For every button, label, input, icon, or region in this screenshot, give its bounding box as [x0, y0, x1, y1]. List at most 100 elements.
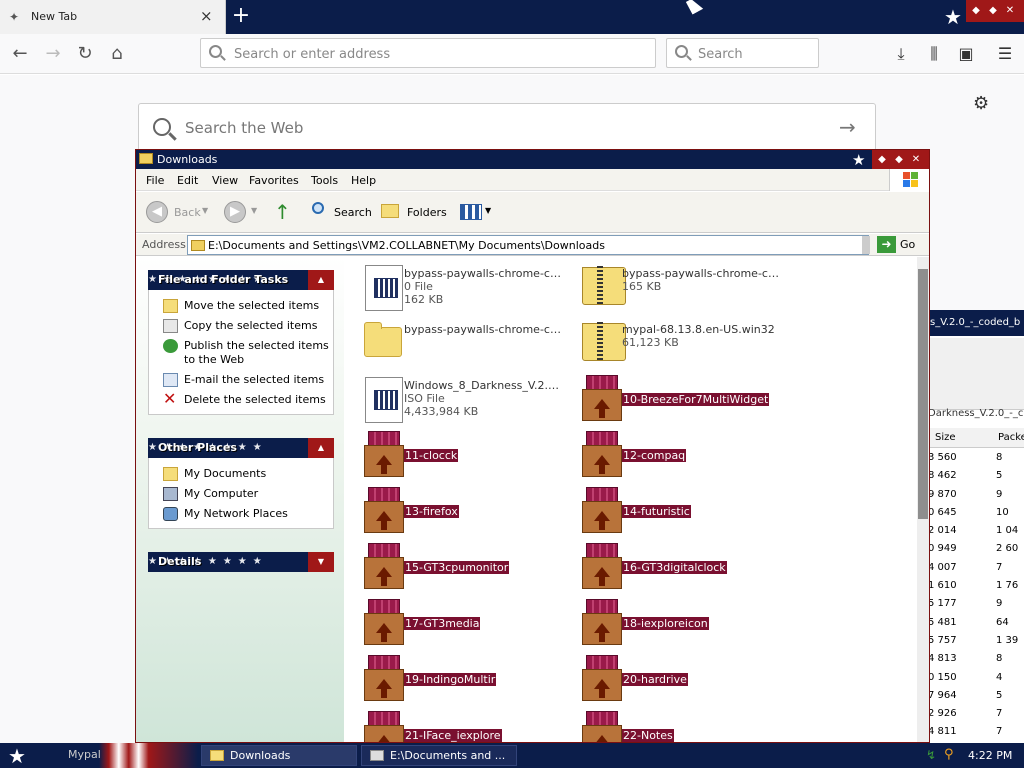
views-dropdown-icon[interactable]: ▼: [485, 206, 491, 215]
archive-row[interactable]: 0 150 4: [928, 670, 1024, 688]
collapse-icon[interactable]: ▲: [308, 270, 334, 290]
forward-arrow-icon[interactable]: →: [41, 43, 65, 65]
expand-icon[interactable]: ▼: [308, 552, 334, 572]
menu-file[interactable]: File: [146, 174, 164, 187]
file-item[interactable]: Windows_8_Darkness_V.2.0_... ISO File 4,43…: [352, 373, 570, 425]
file-item[interactable]: bypass-paywalls-chrome-clea... 165 KB: [570, 261, 788, 313]
sidebar-icon[interactable]: ▣: [955, 43, 977, 65]
up-folder-icon[interactable]: ↑: [274, 200, 291, 224]
forward-icon[interactable]: ▶: [224, 201, 246, 223]
back-icon[interactable]: ◀: [146, 201, 168, 223]
archive-row[interactable]: 3 560 8: [928, 450, 1024, 468]
maximize-icon[interactable]: ◆: [986, 0, 1000, 22]
clock[interactable]: 4:22 PM: [968, 749, 1012, 762]
background-archive-window[interactable]: s_V.2.0_-_coded_b Darkness_V.2.0_-_c Siz…: [928, 310, 1024, 756]
downloads-explorer-window[interactable]: Downloads ★ ◆ ◆ ✕ File Edit View Favorites…: [135, 149, 930, 743]
panel-header[interactable]: ★★★★★★★★ Other Places ▲: [148, 438, 334, 458]
menu-tools[interactable]: Tools: [311, 174, 338, 187]
taskbar-item-archive[interactable]: E:\Documents and ...: [361, 745, 517, 766]
task-move[interactable]: Move the selected items: [149, 296, 333, 316]
archive-row[interactable]: 5 481 64: [928, 615, 1024, 633]
panel-header[interactable]: ★★★★★★★★ Details ▼: [148, 552, 334, 572]
archive-row[interactable]: 7 964 5: [928, 688, 1024, 706]
start-button[interactable]: ★ Mypal: [0, 743, 198, 768]
search-button[interactable]: Search: [334, 206, 372, 219]
background-window-tab[interactable]: s_V.2.0_-_coded_b: [928, 310, 1024, 336]
archive-row[interactable]: 4 811 7: [928, 724, 1024, 742]
forward-dropdown-icon[interactable]: ▼: [251, 206, 257, 215]
archive-row[interactable]: 2 926 7: [928, 706, 1024, 724]
minimize-icon[interactable]: ◆: [875, 150, 889, 169]
address-field[interactable]: E:\Documents and Settings\VM2.COLLABNET\…: [187, 235, 870, 255]
gear-icon[interactable]: ⚙: [973, 93, 989, 114]
menu-help[interactable]: Help: [351, 174, 376, 187]
file-item[interactable]: mypal-68.13.8.en-US.win32 61,123 KB: [570, 317, 788, 369]
archive-row[interactable]: 2 014 1 04: [928, 523, 1024, 541]
scrollbar-thumb[interactable]: [918, 269, 928, 519]
search-box[interactable]: Search: [666, 38, 819, 68]
folders-icon[interactable]: [381, 204, 399, 218]
file-item[interactable]: 15-GT3cpumonitor: [352, 541, 570, 593]
archive-row[interactable]: 4 813 8: [928, 651, 1024, 669]
archive-row[interactable]: 4 007 7: [928, 560, 1024, 578]
hamburger-menu-icon[interactable]: ☰: [994, 43, 1016, 65]
home-icon[interactable]: ⌂: [105, 43, 129, 65]
search-icon[interactable]: [308, 200, 328, 220]
arrow-right-icon[interactable]: →: [839, 115, 856, 139]
task-publish[interactable]: Publish the selected items to the Web: [149, 336, 333, 370]
file-item[interactable]: 20-hardrive: [570, 653, 788, 705]
back-label[interactable]: Back: [174, 206, 201, 219]
file-item[interactable]: bypass-paywalls-chrome-clea...: [352, 317, 570, 369]
place-my-computer[interactable]: My Computer: [149, 484, 333, 504]
panel-header[interactable]: ★★★★★★★★ File and Folder Tasks ▲: [148, 270, 334, 290]
archive-row[interactable]: 9 870 9: [928, 487, 1024, 505]
file-item[interactable]: 19-IndingoMultir: [352, 653, 570, 705]
library-icon[interactable]: ⫼: [923, 43, 945, 65]
menu-view[interactable]: View: [212, 174, 238, 187]
file-item[interactable]: 11-clocck: [352, 429, 570, 481]
column-packed[interactable]: Packe: [998, 432, 1024, 443]
new-tab-button[interactable]: +: [230, 4, 252, 30]
place-my-documents[interactable]: My Documents: [149, 464, 333, 484]
folders-button[interactable]: Folders: [407, 206, 447, 219]
menu-edit[interactable]: Edit: [177, 174, 198, 187]
task-delete[interactable]: ✕ Delete the selected items: [149, 390, 333, 410]
vertical-scrollbar[interactable]: [917, 257, 929, 742]
archive-row[interactable]: 1 610 1 76: [928, 578, 1024, 596]
browser-tab-new-tab[interactable]: ✦ New Tab ×: [0, 0, 226, 34]
download-icon[interactable]: ⤓: [890, 43, 912, 65]
archive-row[interactable]: 0 645 10: [928, 505, 1024, 523]
window-title-bar[interactable]: Downloads ★ ◆ ◆ ✕: [136, 150, 929, 169]
minimize-icon[interactable]: ◆: [969, 0, 983, 22]
search-tray-icon[interactable]: ⚲: [944, 747, 954, 762]
file-item[interactable]: 22-Notes: [570, 709, 788, 742]
archive-row[interactable]: 0 949 2 60: [928, 541, 1024, 559]
network-tray-icon[interactable]: ↯: [926, 748, 936, 762]
file-item[interactable]: 18-iexploreicon: [570, 597, 788, 649]
archive-row[interactable]: 5 177 9: [928, 596, 1024, 614]
place-my-network-places[interactable]: My Network Places: [149, 504, 333, 524]
task-copy[interactable]: Copy the selected items: [149, 316, 333, 336]
menu-favorites[interactable]: Favorites: [249, 174, 299, 187]
web-search-box[interactable]: Search the Web →: [138, 103, 876, 151]
close-icon[interactable]: ✕: [909, 150, 923, 169]
close-icon[interactable]: ✕: [1003, 0, 1017, 22]
reload-icon[interactable]: ↻: [73, 43, 97, 65]
task-email[interactable]: E-mail the selected items: [149, 370, 333, 390]
file-item[interactable]: 21-IFace_iexplore: [352, 709, 570, 742]
close-tab-icon[interactable]: ×: [200, 7, 213, 25]
file-item[interactable]: 16-GT3digitalclock: [570, 541, 788, 593]
collapse-icon[interactable]: ▲: [308, 438, 334, 458]
taskbar-item-downloads[interactable]: Downloads: [201, 745, 357, 766]
archive-row[interactable]: 5 757 1 39: [928, 633, 1024, 651]
file-item[interactable]: 13-firefox: [352, 485, 570, 537]
file-item[interactable]: 10-BreezeFor7MultiWidget: [570, 373, 788, 425]
file-item[interactable]: 14-futuristic: [570, 485, 788, 537]
file-item[interactable]: 12-compaq: [570, 429, 788, 481]
address-dropdown-icon[interactable]: [862, 236, 870, 254]
go-arrow-icon[interactable]: ➜: [877, 236, 896, 253]
file-item[interactable]: bypass-paywalls-chrome-clea... 0 File 162 …: [352, 261, 570, 313]
back-arrow-icon[interactable]: ←: [8, 43, 32, 65]
back-dropdown-icon[interactable]: ▼: [202, 206, 208, 215]
go-button[interactable]: Go: [900, 238, 915, 251]
